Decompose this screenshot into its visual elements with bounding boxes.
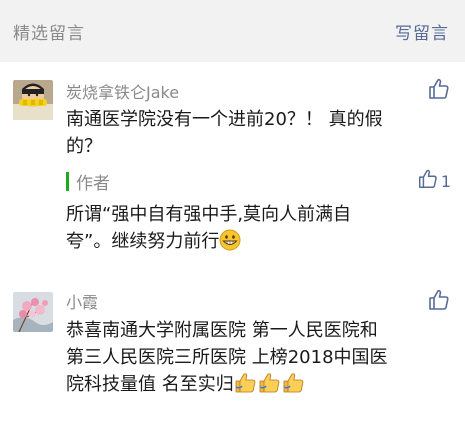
- comment-text-line: 院科技量值 名至实归: [66, 371, 446, 402]
- comment-text-line: 南通医学院没有一个进前20？！ 真的假: [66, 109, 383, 130]
- like-count: 1: [440, 171, 451, 191]
- comment-text-fragment: 院科技量值 名至实归: [66, 374, 234, 395]
- comments-header: 精选留言 写留言: [0, 0, 465, 62]
- author-reply-marker: [66, 172, 69, 191]
- comment-item: 炭烧拿铁仑Jake 南通医学院没有一个进前20？！ 真的假 的？ 作者 1 所谓…: [0, 62, 465, 272]
- comment-nickname[interactable]: 小霞: [66, 289, 98, 313]
- comment-text: 恭喜南通大学附属医院 第一人民医院和 第三人民医院三所医院 上榜2018中国医 …: [66, 317, 446, 402]
- author-reply-label: 作者: [76, 174, 110, 194]
- reply-text-line: 所谓“强中自有强中手,莫向人前满自: [66, 204, 352, 225]
- section-title: 精选留言: [13, 24, 85, 44]
- comments-page: 精选留言 写留言 炭烧拿铁仑Jake 南通医学院没有一个进前20？！ 真的假 的…: [0, 0, 465, 423]
- write-comment-button[interactable]: 写留言: [395, 19, 449, 44]
- thumbs-up-icon: [282, 372, 306, 402]
- reply-text-fragment: 夸”。继续努力前行: [66, 231, 220, 252]
- comment-text-line: 第三人民医院三所医院 上榜2018中国医: [66, 347, 388, 368]
- avatar[interactable]: [13, 80, 53, 120]
- comment-text: 南通医学院没有一个进前20？！ 真的假 的？: [66, 106, 446, 160]
- author-reply-like[interactable]: 1: [417, 169, 451, 193]
- thumbs-up-outline-icon[interactable]: [427, 288, 451, 312]
- author-reply-text: 所谓“强中自有强中手,莫向人前满自 夸”。继续努力前行: [66, 201, 446, 259]
- avatar[interactable]: [13, 292, 53, 332]
- thumbs-up-icon: [258, 372, 282, 402]
- thumbs-up-outline-icon[interactable]: [427, 77, 451, 101]
- comment-text-line: 的？: [66, 136, 102, 157]
- thumbs-up-icon: [234, 372, 258, 402]
- thumbs-up-outline-icon[interactable]: [417, 168, 439, 194]
- comment-nickname[interactable]: 炭烧拿铁仑Jake: [66, 79, 179, 103]
- grinning-face-icon: [219, 229, 241, 259]
- comment-item: 小霞 恭喜南通大学附属医院 第一人民医院和 第三人民医院三所医院 上榜2018中…: [0, 272, 465, 423]
- comment-text-line: 恭喜南通大学附属医院 第一人民医院和: [66, 320, 378, 341]
- reply-text-line: 夸”。继续努力前行: [66, 228, 446, 259]
